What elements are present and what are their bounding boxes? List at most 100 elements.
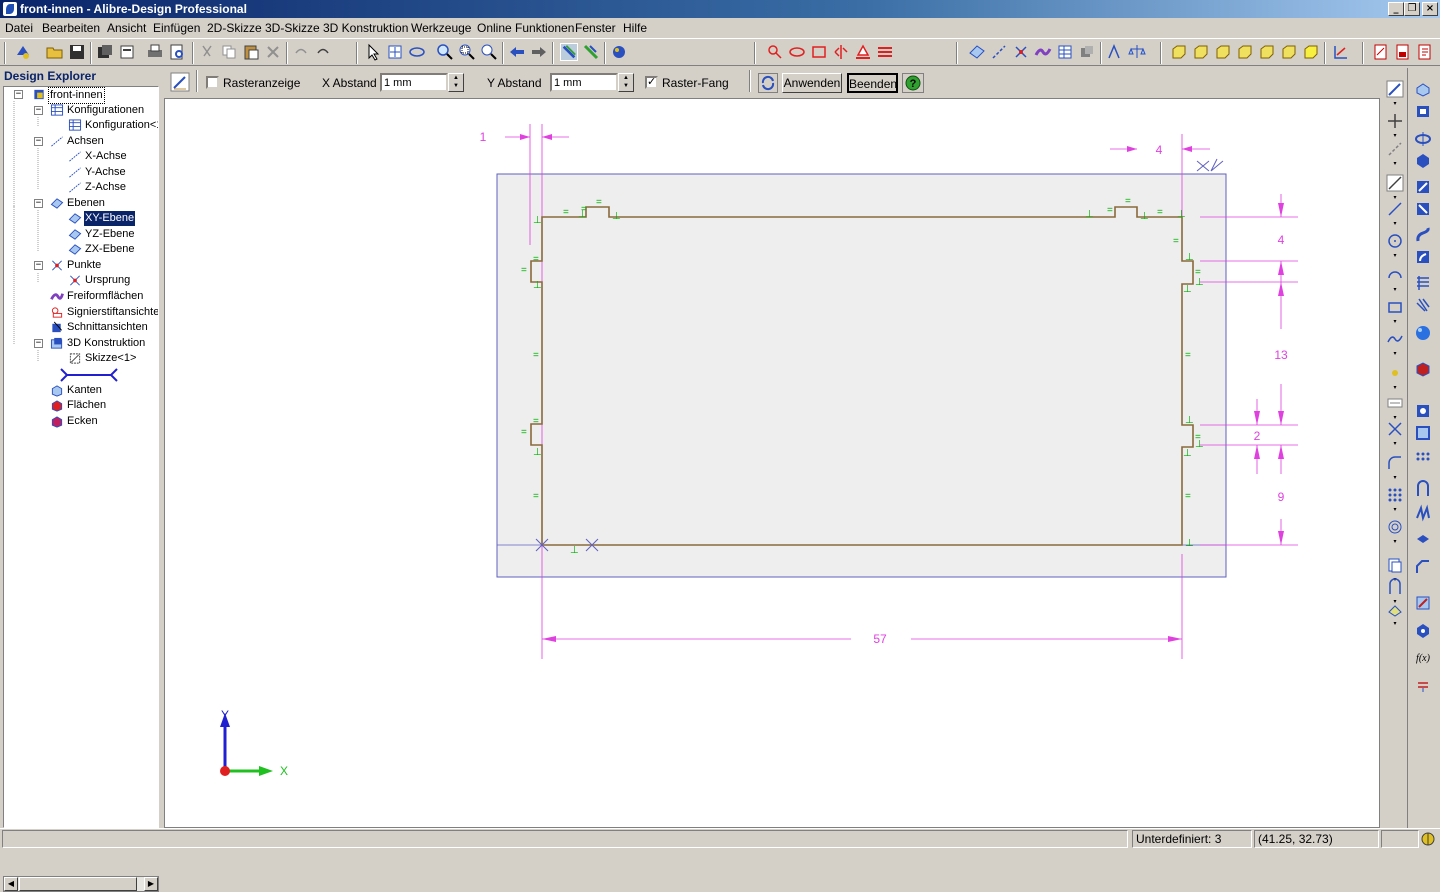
sweep-cut-icon[interactable] bbox=[1414, 200, 1432, 218]
spline-icon[interactable] bbox=[1386, 330, 1404, 348]
tree-item-y-achse[interactable]: Y-Achse bbox=[4, 165, 158, 180]
menu-fenster[interactable]: Fenster bbox=[575, 21, 616, 35]
save-icon[interactable] bbox=[68, 43, 86, 61]
fillet-icon[interactable] bbox=[1386, 454, 1404, 472]
render-icon[interactable] bbox=[610, 43, 628, 61]
menu-3d-konstruktion[interactable]: 3D Konstruktion bbox=[323, 21, 408, 35]
constraint-equal-icon[interactable] bbox=[1414, 676, 1432, 694]
flyout-arrow-icon[interactable]: ▾ bbox=[1390, 287, 1400, 293]
open-folder-icon[interactable] bbox=[46, 43, 64, 61]
print-preview-icon[interactable] bbox=[168, 43, 186, 61]
help-icon[interactable]: ? bbox=[902, 73, 924, 93]
dimension-label[interactable]: 1 bbox=[480, 130, 487, 144]
tree-item-konfiguration-1[interactable]: Konfiguration<1 bbox=[4, 118, 158, 133]
reference-icon[interactable] bbox=[1386, 578, 1404, 596]
hole-icon[interactable] bbox=[1414, 402, 1432, 420]
menu-bearbeiten[interactable]: Bearbeiten bbox=[42, 21, 100, 35]
copy-icon[interactable] bbox=[220, 43, 238, 61]
tree-item-z-achse[interactable]: Z-Achse bbox=[4, 180, 158, 195]
dimension-label[interactable]: 57 bbox=[873, 632, 887, 646]
tree-item-konfigurationen[interactable]: − Konfigurationen bbox=[4, 103, 158, 118]
tree-item-ursprung[interactable]: Ursprung bbox=[4, 273, 158, 288]
dimension-label[interactable]: 2 bbox=[1254, 429, 1261, 443]
next-view-icon[interactable] bbox=[530, 43, 548, 61]
axis-icon[interactable] bbox=[990, 43, 1008, 61]
view-right-icon[interactable] bbox=[1236, 43, 1254, 61]
view-bottom-icon[interactable] bbox=[1280, 43, 1298, 61]
apply-button[interactable]: Anwenden bbox=[782, 73, 842, 93]
view-iso-icon[interactable] bbox=[1302, 43, 1320, 61]
flyout-arrow-icon[interactable]: ▾ bbox=[1390, 539, 1400, 545]
sweep-icon[interactable] bbox=[1414, 178, 1432, 196]
dimension-label[interactable]: 13 bbox=[1274, 348, 1288, 362]
finish-button[interactable]: Beenden bbox=[847, 73, 898, 93]
formula-icon[interactable]: f(x) bbox=[1414, 648, 1432, 666]
select-arrow-icon[interactable] bbox=[364, 43, 382, 61]
circle-icon[interactable] bbox=[1386, 232, 1404, 250]
flyout-arrow-icon[interactable]: ▾ bbox=[1390, 351, 1400, 357]
flyout-arrow-icon[interactable]: ▾ bbox=[1390, 441, 1400, 447]
redo-icon[interactable] bbox=[314, 43, 332, 61]
offset-icon[interactable] bbox=[1386, 518, 1404, 536]
revolve-icon[interactable] bbox=[1414, 130, 1432, 148]
properties-icon[interactable] bbox=[118, 43, 136, 61]
tree-item-fl-chen[interactable]: Flächen bbox=[4, 398, 158, 413]
paste-icon[interactable] bbox=[242, 43, 260, 61]
sketch-3d-icon[interactable] bbox=[582, 43, 600, 61]
flyout-arrow-icon[interactable]: ▾ bbox=[1390, 385, 1400, 391]
new-icon[interactable] bbox=[14, 43, 32, 61]
tree-item-achsen[interactable]: − Achsen bbox=[4, 134, 158, 149]
tree-item-ecken[interactable]: Ecken bbox=[4, 414, 158, 429]
refresh-icon[interactable] bbox=[758, 73, 778, 93]
tree-item-yz-ebene[interactable]: YZ-Ebene bbox=[4, 227, 158, 242]
linear-pattern-icon[interactable] bbox=[1414, 450, 1432, 468]
tree-expander-icon[interactable]: − bbox=[14, 90, 23, 99]
save-all-icon[interactable] bbox=[96, 43, 114, 61]
extrude-cut-icon[interactable] bbox=[1414, 102, 1432, 120]
sketch-point-icon[interactable] bbox=[766, 43, 784, 61]
sphere-icon[interactable] bbox=[1414, 324, 1432, 342]
text-icon[interactable] bbox=[1386, 394, 1404, 412]
scale-icon[interactable] bbox=[1414, 594, 1432, 612]
draft-icon[interactable] bbox=[1414, 530, 1432, 548]
flyout-arrow-icon[interactable]: ▾ bbox=[1390, 507, 1400, 513]
chamfer-icon[interactable] bbox=[1414, 558, 1432, 576]
flyout-arrow-icon[interactable]: ▾ bbox=[1390, 319, 1400, 325]
tree-item-punkte[interactable]: − Punkte bbox=[4, 258, 158, 273]
tree-item-skizze-1[interactable]: Skizze<1> bbox=[4, 351, 158, 366]
flyout-arrow-icon[interactable]: ▾ bbox=[1390, 101, 1400, 107]
line-style-icon[interactable] bbox=[876, 43, 894, 61]
point-icon[interactable] bbox=[1012, 43, 1030, 61]
flyout-arrow-icon[interactable]: ▾ bbox=[1390, 621, 1400, 627]
undo-icon[interactable] bbox=[292, 43, 310, 61]
flyout-arrow-icon[interactable]: ▾ bbox=[1390, 475, 1400, 481]
dimension-label[interactable]: 4 bbox=[1156, 143, 1163, 157]
close-button[interactable]: × bbox=[1422, 2, 1438, 16]
y-spacing-spinner[interactable]: ▲ ▼ bbox=[618, 73, 634, 92]
tree-item-3d-konstruktion[interactable]: − 3D Konstruktion bbox=[4, 336, 158, 351]
ellipse-icon[interactable] bbox=[788, 43, 806, 61]
drawing-export-icon[interactable] bbox=[1416, 43, 1434, 61]
menu-datei[interactable]: Datei bbox=[5, 21, 33, 35]
tree-item-xy-ebene[interactable]: XY-Ebene bbox=[4, 211, 158, 226]
sketch-drawing[interactable]: 1 4 4 13 2 9 57 = ==⊥ ⊥⊥ ⊥ ==⊥ = ⊥ ==⊥ =⊥=⊥⊥… bbox=[165, 99, 1381, 829]
tree-item-freiformfl-chen[interactable]: Freiformflächen bbox=[4, 289, 158, 304]
zoom-fit-icon[interactable] bbox=[480, 43, 498, 61]
menu-2d-skizze[interactable]: 2D-Skizze bbox=[207, 21, 262, 35]
view-left-icon[interactable] bbox=[1214, 43, 1232, 61]
rollback-bar-icon[interactable] bbox=[59, 367, 119, 382]
dimension-label[interactable]: 9 bbox=[1278, 490, 1285, 504]
view-orient-icon[interactable] bbox=[1332, 43, 1350, 61]
mirror-icon[interactable] bbox=[832, 43, 850, 61]
drawing-canvas[interactable]: 1 4 4 13 2 9 57 = = = ⊥ ⊥ ⊥ ⊥ = = ⊥ = ⊥ = = ⊥ = ⊥ = ⊥ ⊥… bbox=[164, 98, 1380, 828]
fill-icon[interactable] bbox=[854, 43, 872, 61]
thread-icon[interactable] bbox=[1414, 274, 1432, 292]
scroll-right-arrow-icon[interactable]: ▶ bbox=[144, 877, 158, 891]
y-spacing-input[interactable] bbox=[550, 73, 618, 92]
table-icon[interactable] bbox=[1056, 43, 1074, 61]
zoom-icon[interactable] bbox=[436, 43, 454, 61]
thread-cut-icon[interactable] bbox=[1414, 296, 1432, 314]
sketch-point-icon[interactable] bbox=[1386, 364, 1404, 382]
rotate-view-icon[interactable] bbox=[408, 43, 426, 61]
explorer-horizontal-scrollbar[interactable]: ◀ ▶ bbox=[3, 876, 159, 892]
